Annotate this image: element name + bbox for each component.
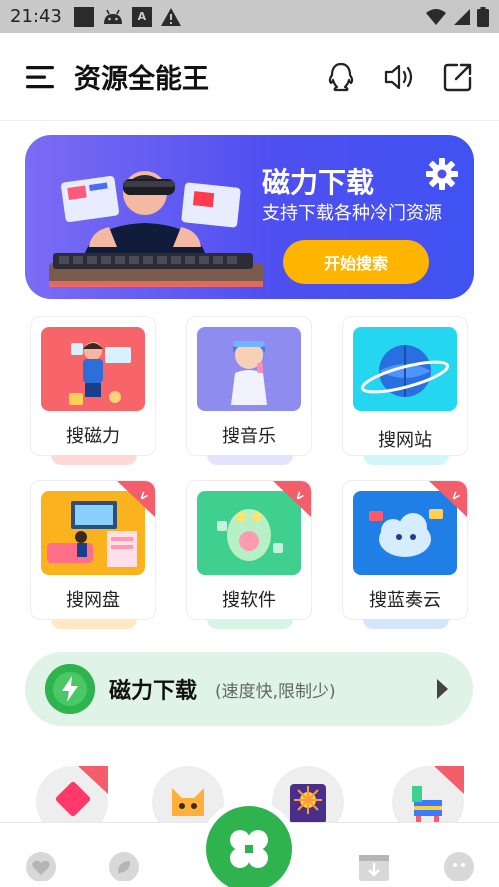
magnet-thumbnail [41, 327, 145, 411]
magnet-illustration [69, 342, 131, 405]
vip-badge-icon: V [273, 481, 311, 517]
app-header: 资源全能王 [0, 33, 499, 121]
speaker-icon[interactable] [383, 63, 415, 91]
banner-subtitle: 支持下载各种冷门资源 [262, 203, 442, 224]
vip-badge-icon [434, 766, 464, 794]
search-netdisk-card[interactable]: V 搜网盘 [30, 480, 156, 629]
banner-illustration [49, 171, 263, 287]
download-nav-icon[interactable] [357, 851, 391, 881]
home-center-button[interactable] [206, 806, 292, 887]
vip-badge: V [271, 481, 311, 517]
clover-icon [230, 830, 268, 868]
card-shadow [363, 619, 449, 629]
card-shadow [363, 455, 449, 465]
font-a-icon: A [131, 6, 152, 27]
start-search-button[interactable]: 开始搜索 [283, 240, 429, 284]
vip-badge-icon: V [117, 481, 155, 517]
system-icons [425, 6, 489, 27]
website-thumbnail [353, 327, 457, 411]
qq-icon[interactable] [327, 62, 355, 92]
page-title: 资源全能王 [74, 64, 209, 95]
wifi-icon [426, 8, 446, 25]
warning-icon [160, 7, 181, 26]
card-label: 搜网盘 [66, 590, 120, 611]
play-arrow-icon [437, 679, 448, 699]
search-music-card[interactable]: 搜音乐 [186, 316, 312, 465]
menu-icon[interactable] [26, 65, 56, 89]
vip-badge-icon: V [429, 481, 467, 517]
card-shadow [51, 455, 137, 465]
notification-icons: A [73, 6, 182, 27]
card-label: 搜网站 [378, 430, 432, 451]
strip-description: (速度快,限制少) [215, 681, 336, 702]
signal-icon [454, 8, 470, 25]
vip-badge: V [427, 481, 467, 517]
status-time: 21:43 [10, 6, 62, 27]
status-bar: 21:43 A [0, 0, 499, 33]
search-website-card[interactable]: 搜网站 [342, 316, 468, 465]
card-shadow [207, 619, 293, 629]
card-shadow [207, 455, 293, 465]
header-actions [327, 62, 473, 92]
battery-icon [477, 6, 489, 27]
android-icon [103, 9, 122, 24]
music-illustration [231, 341, 267, 405]
globe-illustration [360, 345, 450, 397]
vip-badge: V [115, 481, 155, 517]
card-label: 搜蓝奏云 [369, 590, 441, 611]
strip-title: 磁力下载 [109, 679, 198, 704]
notification-square-icon [73, 6, 94, 27]
search-magnet-card[interactable]: 搜磁力 [30, 316, 156, 465]
banner-title: 磁力下载 [262, 166, 375, 199]
promo-banner[interactable]: 磁力下载 支持下载各种冷门资源 开始搜索 [25, 135, 474, 299]
lightning-icon [45, 664, 95, 714]
card-shadow [51, 619, 137, 629]
search-lanzou-card[interactable]: V 搜蓝奏云 [342, 480, 468, 629]
gear-icon[interactable] [425, 157, 459, 191]
search-software-card[interactable]: V 搜软件 [186, 480, 312, 629]
card-label: 搜软件 [222, 590, 276, 611]
card-label: 搜音乐 [222, 426, 276, 447]
music-thumbnail [197, 327, 301, 411]
heart-nav-icon[interactable] [25, 851, 57, 881]
vip-badge-icon [78, 766, 108, 794]
magnet-download-strip[interactable]: 磁力下载 (速度快,限制少) [25, 652, 473, 726]
share-icon[interactable] [443, 62, 473, 92]
card-label: 搜磁力 [66, 426, 120, 447]
leaf-nav-icon[interactable] [108, 851, 140, 881]
profile-nav-icon[interactable] [443, 851, 475, 881]
